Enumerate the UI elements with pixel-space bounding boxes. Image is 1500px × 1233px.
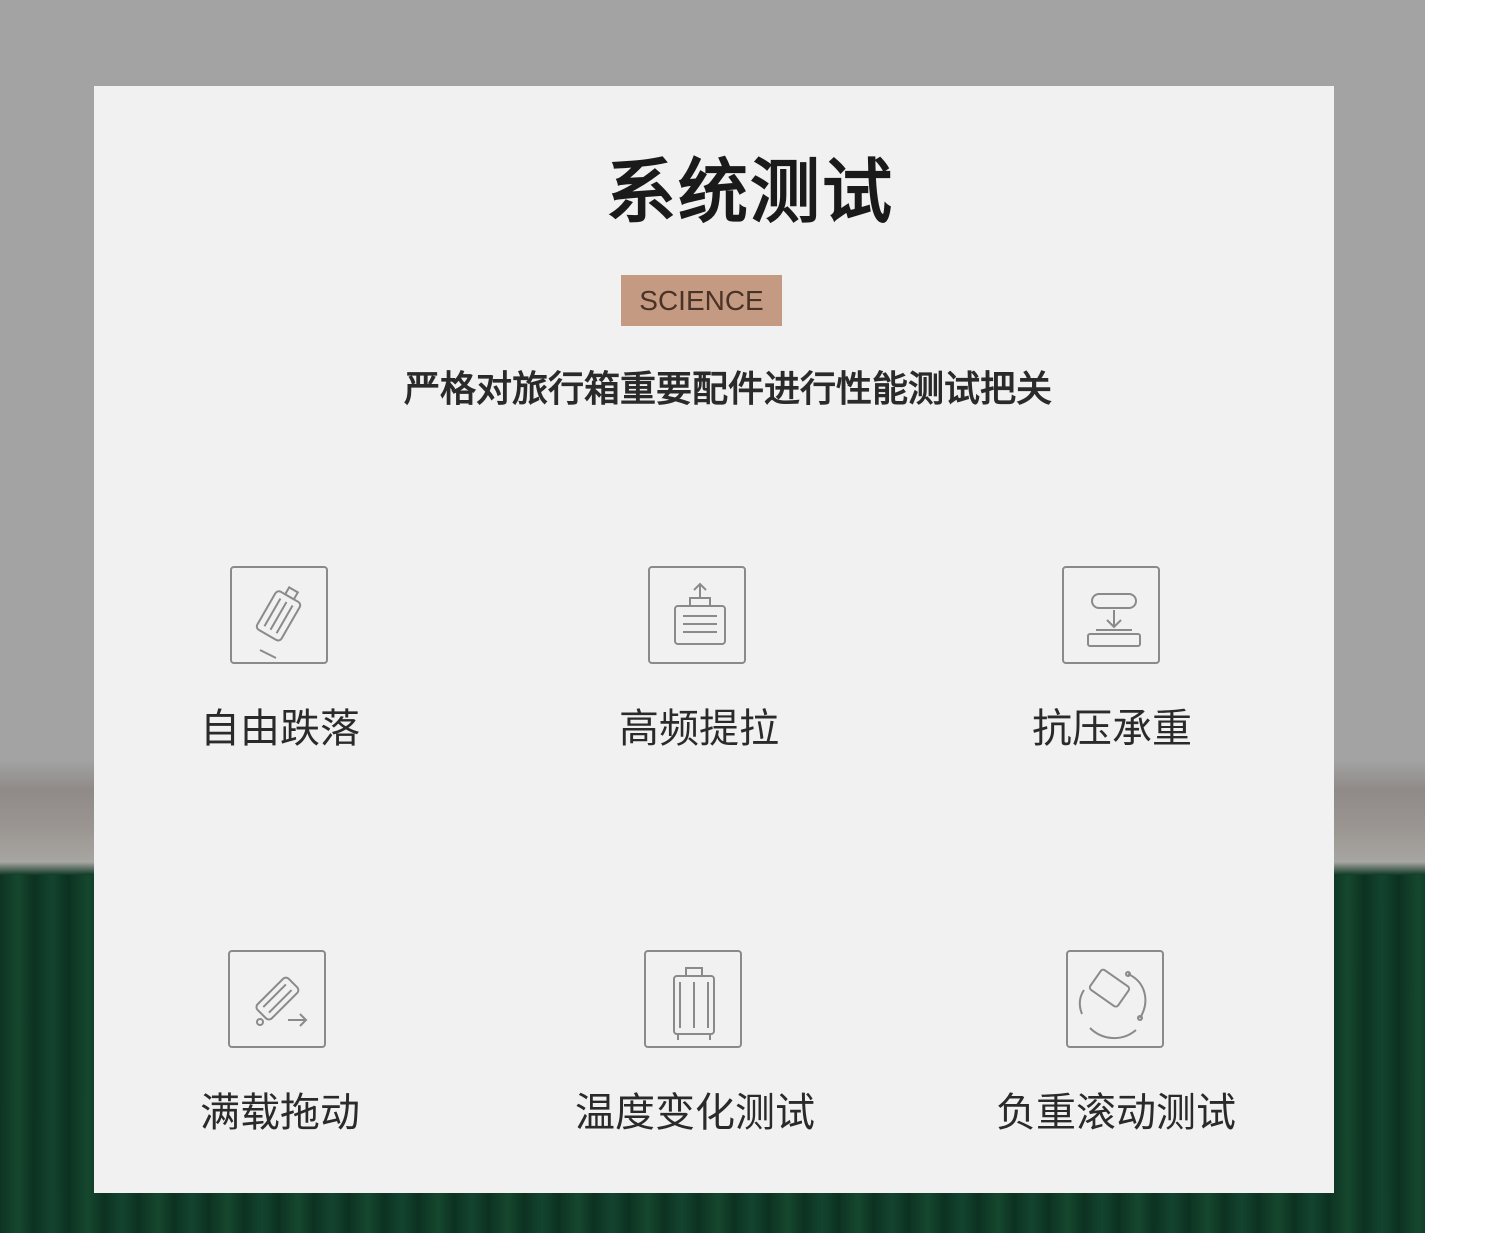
feature-label: 抗压承重 [1032, 706, 1192, 752]
feature-label: 满载拖动 [200, 1090, 360, 1136]
page-title: 系统测试 [606, 151, 894, 233]
compression-icon [1062, 566, 1160, 664]
feature-label: 自由跌落 [200, 706, 360, 752]
feature-label: 温度变化测试 [575, 1090, 815, 1136]
feature-label: 高频提拉 [619, 706, 779, 752]
feature-label: 负重滚动测试 [996, 1090, 1236, 1136]
falling-suitcase-icon [230, 566, 328, 664]
subtitle: 严格对旅行箱重要配件进行性能测试把关 [403, 369, 1052, 410]
upright-suitcase-icon [644, 950, 742, 1048]
drag-suitcase-icon [228, 950, 326, 1048]
handle-pull-icon [648, 566, 746, 664]
rolling-suitcase-icon [1066, 950, 1164, 1048]
science-badge: SCIENCE [621, 275, 782, 326]
